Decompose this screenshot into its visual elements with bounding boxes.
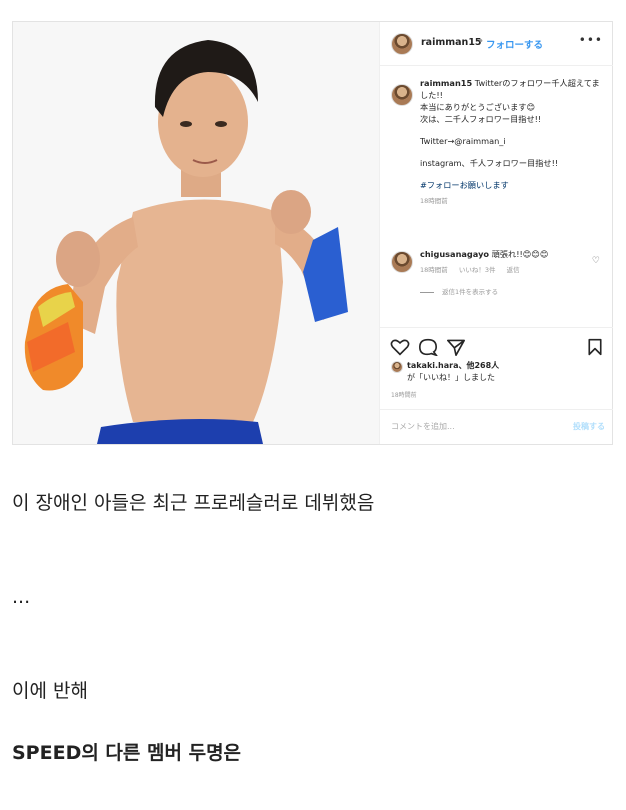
- caption-timestamp: 18時間前: [420, 197, 448, 205]
- comment-username[interactable]: chigusanagayo: [420, 249, 489, 259]
- comment-item: chigusanagayo 頑張れ!!😊😊😊 18時間前 いいね！3件 返信 ♡…: [391, 248, 606, 296]
- avatar[interactable]: [391, 84, 413, 106]
- caption-line: 本当にありがとうございます😊: [420, 102, 535, 112]
- more-options-icon[interactable]: •••: [579, 33, 603, 47]
- post-photo[interactable]: [13, 22, 379, 444]
- instagram-post-embed: raimman15 • フォローする ••• raimman15 Twitter…: [12, 21, 613, 445]
- comment-heart-icon[interactable]: ♡: [592, 256, 600, 266]
- add-comment-bar: コメントを追加... 投稿する: [380, 409, 613, 444]
- share-icon[interactable]: [446, 338, 466, 356]
- comment-input[interactable]: コメントを追加...: [391, 421, 455, 432]
- view-replies-link[interactable]: 返信1件を表示する: [420, 286, 606, 296]
- comment-reply-button[interactable]: 返信: [507, 266, 520, 274]
- comment-text: 頑張れ!!😊😊😊: [491, 249, 549, 259]
- post-comment-button[interactable]: 投稿する: [573, 421, 605, 432]
- comment-icon[interactable]: [418, 338, 438, 356]
- caption-instagram-line: instagram、千人フォロワー目指せ!!: [420, 158, 559, 168]
- liked-suffix-text: が「いいね！」しました: [407, 373, 495, 382]
- username[interactable]: raimman15: [421, 37, 482, 48]
- wrestler-photo: [13, 22, 379, 444]
- article-heading: SPEED의 다른 멤버 두명은: [12, 742, 242, 764]
- post-sidebar: raimman15 • フォローする ••• raimman15 Twitter…: [379, 22, 613, 444]
- comment-timestamp: 18時間前: [420, 266, 448, 274]
- bookmark-icon[interactable]: [587, 338, 603, 356]
- avatar[interactable]: [391, 33, 413, 55]
- avatar[interactable]: [391, 251, 413, 273]
- follow-button[interactable]: フォローする: [486, 37, 543, 51]
- article-text-line: 이에 반해: [12, 680, 88, 702]
- caption-line: 次は、二千人フォロワー目指せ!!: [420, 114, 542, 124]
- liked-by-text[interactable]: takaki.hara、他268人: [407, 361, 499, 370]
- hashtag-link[interactable]: #フォローお願いします: [420, 179, 606, 191]
- comment-likes[interactable]: いいね！3件: [459, 266, 496, 274]
- article-ellipsis: ...: [12, 586, 31, 608]
- separator-dot: •: [478, 36, 484, 47]
- post-header: raimman15 • フォローする •••: [380, 22, 613, 66]
- avatar[interactable]: [391, 361, 403, 373]
- heart-icon[interactable]: [390, 338, 410, 356]
- post-caption: raimman15 Twitterのフォロワー千人超えてました!! 本当にありが…: [391, 77, 606, 207]
- caption-twitter-line: Twitter→@raimman_i: [420, 136, 506, 146]
- article-text-line: 이 장애인 아들은 최근 프로레슬러로 데뷔했음: [12, 492, 375, 514]
- post-timestamp: 18時間前: [391, 392, 417, 399]
- caption-username[interactable]: raimman15: [420, 78, 472, 88]
- likes-summary: takaki.hara、他268人 が「いいね！」しました: [391, 360, 606, 384]
